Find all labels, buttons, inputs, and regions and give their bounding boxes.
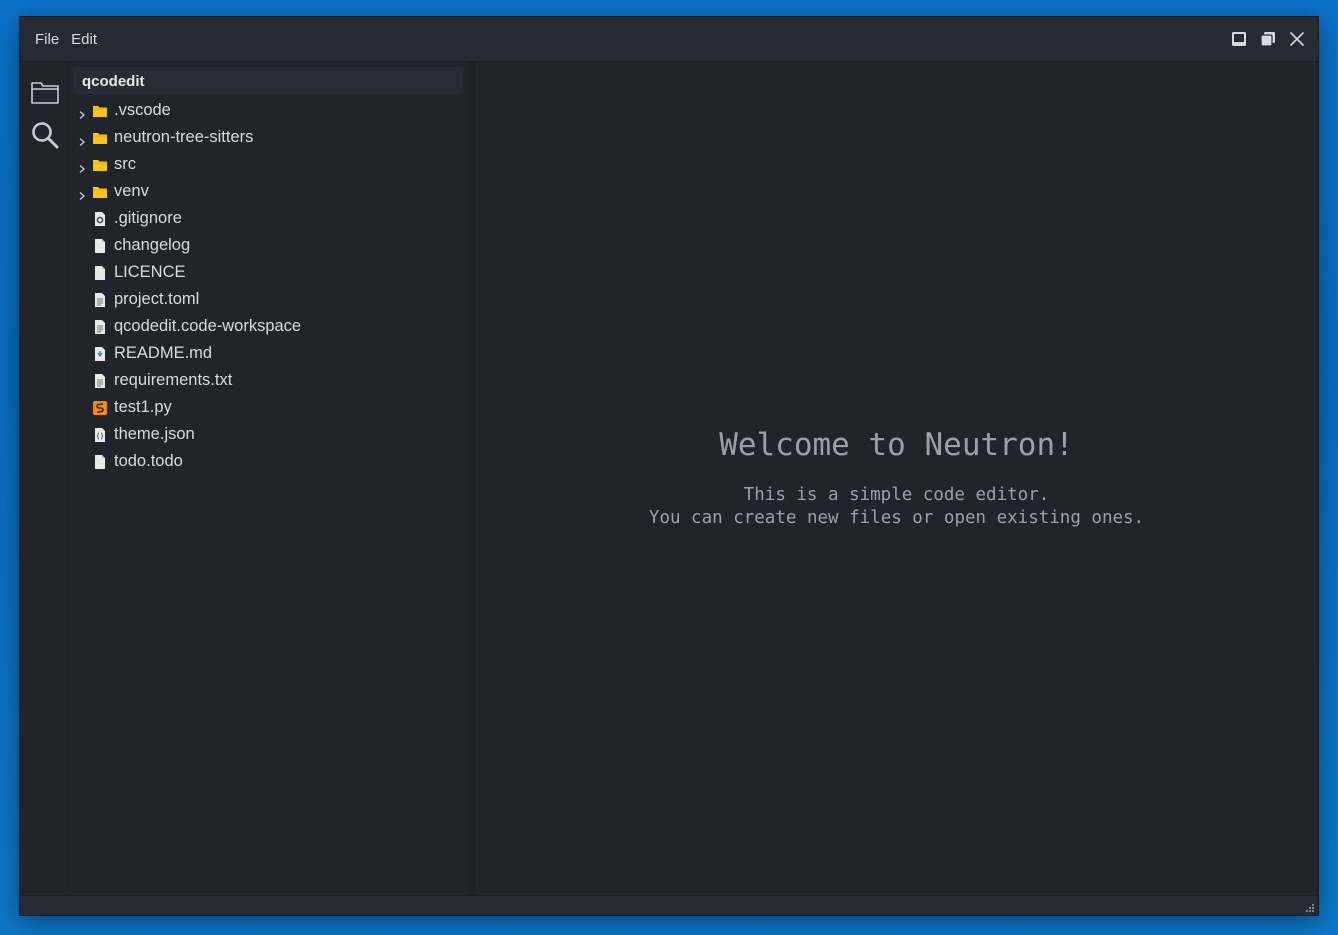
tree-item-label: project.toml [114, 290, 200, 308]
file-icon [92, 265, 108, 281]
welcome-line-1: This is a simple code editor. [743, 485, 1050, 505]
text-file-icon [92, 319, 108, 335]
tree-file-item[interactable]: theme.json [68, 422, 468, 449]
tree-item-label: todo.todo [114, 452, 183, 470]
status-bar [20, 895, 1318, 915]
tree-file-item[interactable]: project.toml [68, 287, 468, 314]
chevron-right-icon[interactable] [77, 187, 87, 200]
minimize-button[interactable] [1229, 29, 1248, 48]
tree-file-item[interactable]: .gitignore [68, 206, 468, 233]
editor-area: Welcome to Neutron! This is a simple cod… [474, 62, 1318, 895]
tree-file-item[interactable]: test1.py [68, 395, 468, 422]
tree-file-item[interactable]: requirements.txt [68, 368, 468, 395]
close-button[interactable] [1287, 29, 1306, 48]
menu-file[interactable]: File [35, 31, 59, 48]
gear-file-icon [92, 211, 108, 227]
app-window: File Edit qcodedit .vscode neutron-tree-… [20, 17, 1318, 915]
folder-icon [92, 157, 108, 173]
menu-bar: File Edit [35, 31, 97, 48]
tree-item-label: theme.json [114, 425, 195, 443]
file-tree: .vscode neutron-tree-sitters src venv .gitig… [68, 98, 468, 476]
search-icon [32, 122, 59, 149]
tree-file-item[interactable]: todo.todo [68, 449, 468, 476]
tree-item-label: venv [114, 182, 149, 200]
json-file-icon [92, 427, 108, 443]
title-bar: File Edit [20, 17, 1318, 62]
tree-item-label: qcodedit.code-workspace [114, 317, 302, 335]
tree-item-label: LICENCE [114, 263, 186, 281]
welcome-title: Welcome to Neutron! [719, 427, 1074, 463]
file-icon [92, 454, 108, 470]
tree-folder-item[interactable]: src [68, 152, 468, 179]
maximize-button[interactable] [1258, 29, 1277, 48]
folder-icon [31, 82, 59, 104]
tree-item-label: README.md [114, 344, 213, 362]
explorer-header: qcodedit [73, 67, 463, 94]
welcome-line-2: You can create new files or open existin… [648, 508, 1145, 528]
tree-file-item[interactable]: README.md [68, 341, 468, 368]
text-file-icon [92, 292, 108, 308]
markdown-file-icon [92, 346, 108, 362]
folder-icon [92, 103, 108, 119]
tree-item-label: requirements.txt [114, 371, 233, 389]
minimize-icon [1231, 31, 1246, 46]
tree-item-label: src [114, 155, 136, 173]
file-icon [92, 238, 108, 254]
search-button[interactable] [30, 120, 59, 149]
activity-bar [20, 62, 68, 895]
tree-item-label: .vscode [114, 101, 171, 119]
menu-edit[interactable]: Edit [71, 31, 97, 48]
tree-folder-item[interactable]: neutron-tree-sitters [68, 125, 468, 152]
chevron-right-icon[interactable] [77, 133, 87, 146]
tree-file-item[interactable]: LICENCE [68, 260, 468, 287]
text-file-icon [92, 373, 108, 389]
explorer-button[interactable] [30, 78, 59, 106]
restore-icon [1259, 31, 1275, 47]
chevron-right-icon[interactable] [77, 106, 87, 119]
resize-grip-icon[interactable] [1305, 903, 1315, 913]
tree-item-label: .gitignore [114, 209, 182, 227]
folder-icon [92, 184, 108, 200]
tree-item-label: neutron-tree-sitters [114, 128, 254, 146]
folder-icon [92, 130, 108, 146]
window-controls [1229, 29, 1306, 48]
file-explorer: qcodedit .vscode neutron-tree-sitters src v… [68, 62, 468, 895]
chevron-right-icon[interactable] [77, 160, 87, 173]
tree-item-label: changelog [114, 236, 191, 254]
tree-file-item[interactable]: qcodedit.code-workspace [68, 314, 468, 341]
tree-item-label: test1.py [114, 398, 172, 416]
tree-folder-item[interactable]: .vscode [68, 98, 468, 125]
tree-folder-item[interactable]: venv [68, 179, 468, 206]
project-title: qcodedit [82, 73, 145, 90]
tree-file-item[interactable]: changelog [68, 233, 468, 260]
close-icon [1289, 31, 1304, 46]
python-file-icon [92, 400, 108, 416]
